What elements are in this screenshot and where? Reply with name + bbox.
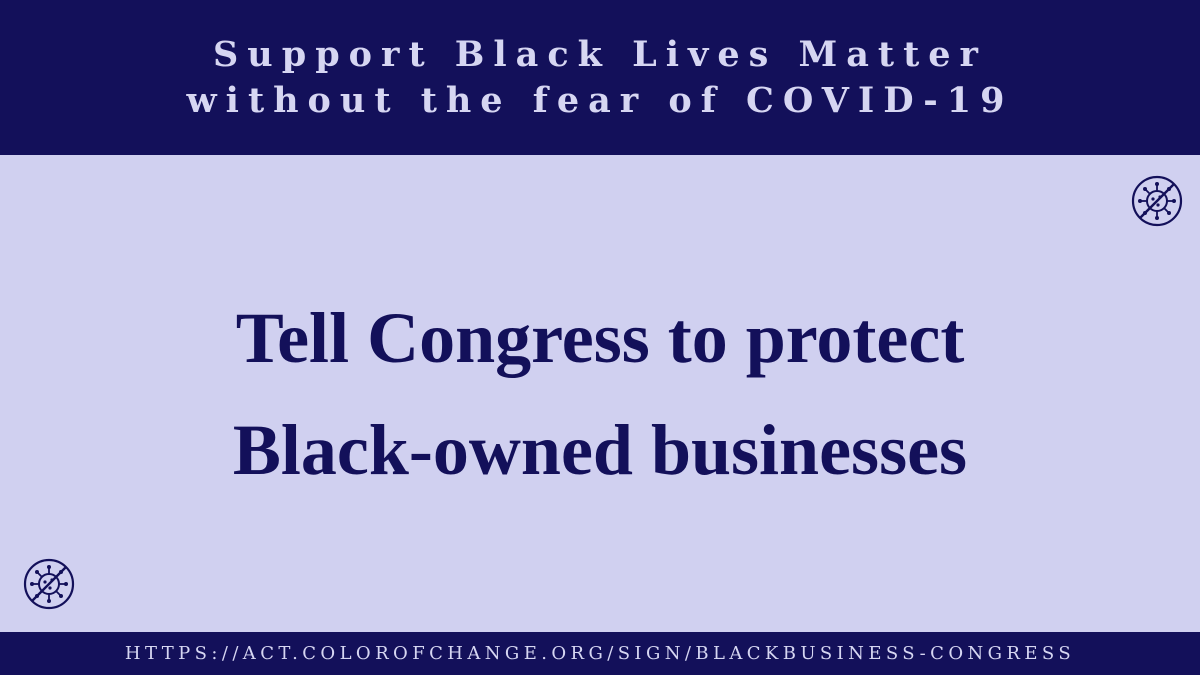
graphic-card: Support Black Lives Matter without the f… — [0, 0, 1200, 675]
no-virus-icon — [23, 558, 75, 610]
top-banner: Support Black Lives Matter without the f… — [0, 0, 1200, 155]
banner-line-1: Support Black Lives Matter — [213, 33, 987, 75]
no-virus-icon — [1131, 175, 1183, 227]
banner-line-2: without the fear of COVID-19 — [186, 79, 1014, 121]
bottom-banner: HTTPS://ACT.COLOROFCHANGE.ORG/SIGN/BLACK… — [0, 632, 1200, 675]
headline: Tell Congress to protect Black-owned bus… — [0, 282, 1200, 506]
headline-line-1: Tell Congress to protect — [235, 298, 965, 378]
petition-url: HTTPS://ACT.COLOROFCHANGE.ORG/SIGN/BLACK… — [124, 643, 1076, 664]
headline-line-2: Black-owned businesses — [232, 410, 968, 490]
